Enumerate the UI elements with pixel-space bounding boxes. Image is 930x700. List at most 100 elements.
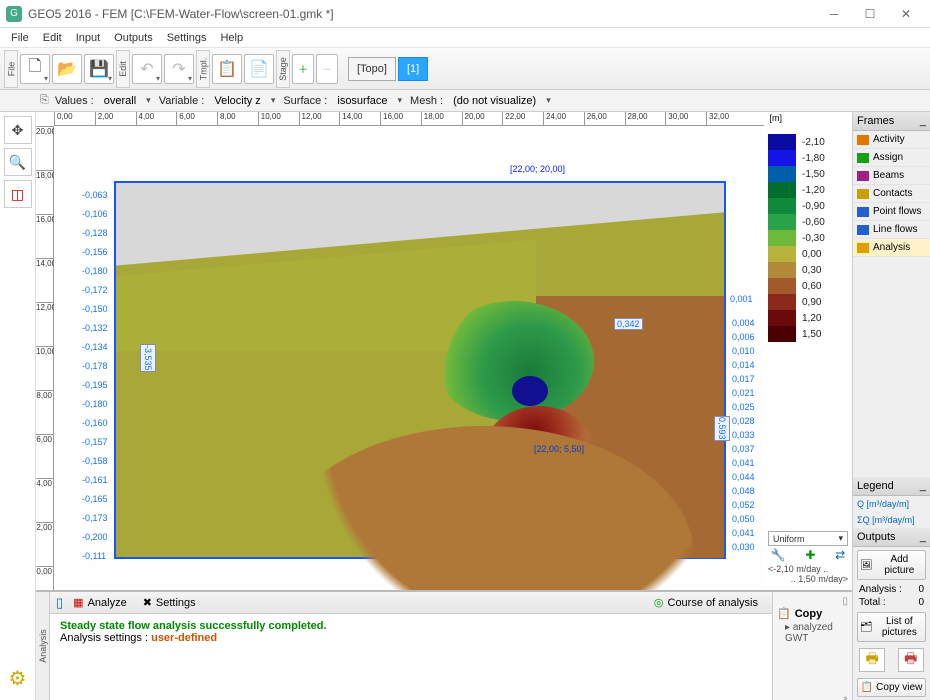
- frame-item-analysis[interactable]: Analysis: [853, 239, 930, 257]
- annot-mid-coord: [22,00; 5,50]: [534, 444, 584, 454]
- ruler-y-tick: 20,00: [36, 126, 54, 136]
- gradient-row: -0,30: [768, 230, 848, 246]
- add-picture-button[interactable]: 🖼 Add picture: [857, 550, 926, 580]
- region-green-plume: [434, 301, 594, 421]
- range-high: .. 1,50 m/day>: [791, 574, 848, 584]
- ruler-x-tick: 20,00: [462, 112, 485, 126]
- ruler-y-tick: 8,00: [36, 390, 54, 400]
- menu-edit[interactable]: Edit: [36, 30, 69, 46]
- menu-outputs[interactable]: Outputs: [107, 30, 160, 46]
- toolbar-tab-stage[interactable]: Stage: [276, 50, 290, 88]
- ruler-y-tick: 2,00: [36, 522, 54, 532]
- left-edge-value: -0,156: [82, 247, 108, 266]
- menu-input[interactable]: Input: [69, 30, 107, 46]
- right-edge-value: 0,041: [732, 458, 755, 472]
- left-edge-value: -0,161: [82, 475, 108, 494]
- surface-label: Surface :: [283, 95, 327, 107]
- tool-arrows-icon[interactable]: ⇄: [835, 548, 845, 562]
- values-dropdown[interactable]: overall: [100, 95, 140, 107]
- ruler-y-tick: 14,00: [36, 258, 54, 268]
- move-tool[interactable]: ✥: [4, 116, 32, 144]
- gradient-row: 0,90: [768, 294, 848, 310]
- frame-item-beams[interactable]: Beams: [853, 167, 930, 185]
- frame-item-line-flows[interactable]: Line flows: [853, 221, 930, 239]
- geoclipboard-panel: ▯ 📋 Copy ▸ analyzed GWT GeoClipboard™: [772, 592, 852, 700]
- remove-stage-button[interactable]: －: [316, 54, 338, 84]
- menu-file[interactable]: File: [4, 30, 36, 46]
- frame-item-point-flows[interactable]: Point flows: [853, 203, 930, 221]
- paste-button[interactable]: 📄: [244, 54, 274, 84]
- outputs-header[interactable]: Outputs_: [853, 528, 930, 547]
- list-of-pictures-button[interactable]: 🗂 List of pictures: [857, 612, 926, 642]
- clipboard-copy-button[interactable]: 📋 Copy: [777, 607, 848, 620]
- open-file-button[interactable]: 📂: [52, 54, 82, 84]
- right-edge-value: 0,004: [732, 318, 755, 332]
- ruler-x-tick: 0,00: [54, 112, 73, 126]
- course-of-analysis-button[interactable]: ◎Course of analysis: [646, 593, 766, 613]
- outputs-total-value: 0: [918, 597, 924, 608]
- close-button[interactable]: ✕: [888, 2, 924, 26]
- right-edge-value: 0,044: [732, 472, 755, 486]
- ruler-x-tick: 12,00: [299, 112, 322, 126]
- title-bar: G GEO5 2016 - FEM [C:\FEM-Water-Flow\scr…: [0, 0, 930, 28]
- stage-topo[interactable]: [Topo]: [348, 57, 396, 81]
- save-button[interactable]: 💾▾: [84, 54, 114, 84]
- minimize-button[interactable]: ─: [816, 2, 852, 26]
- toolbar-tab-file[interactable]: File: [4, 50, 18, 88]
- toolbar-tab-tmpl[interactable]: Tmpl.: [196, 50, 210, 88]
- analyze-button[interactable]: ▦Analyze: [65, 593, 135, 613]
- print-button-2[interactable]: 🖶: [898, 648, 924, 672]
- copy-button[interactable]: 📋: [212, 54, 242, 84]
- ruler-vertical: 20,0018,0016,0014,0012,0010,008,006,004,…: [36, 126, 54, 590]
- left-edge-value: -0,063: [82, 190, 108, 209]
- copy-view-button[interactable]: 📋 Copy view: [857, 678, 926, 697]
- redo-button[interactable]: ↷▾: [164, 54, 194, 84]
- frame-item-assign[interactable]: Assign: [853, 149, 930, 167]
- uniform-dropdown[interactable]: Uniform▾: [768, 531, 848, 546]
- annot-box-right: 0,593: [714, 416, 730, 441]
- clipboard-item[interactable]: ▸ analyzed GWT: [777, 620, 848, 646]
- menu-help[interactable]: Help: [213, 30, 250, 46]
- main-toolbar: File 🗋▾ 📂 💾▾ Edit ↶▾ ↷▾ Tmpl. 📋 📄 Stage …: [0, 48, 930, 90]
- surface-dropdown[interactable]: isosurface: [333, 95, 391, 107]
- ruler-y-tick: 16,00: [36, 214, 54, 224]
- right-edge-value: 0,037: [732, 444, 755, 458]
- new-file-button[interactable]: 🗋▾: [20, 54, 50, 84]
- print-button-1[interactable]: 🖶: [859, 648, 885, 672]
- top-border: [114, 181, 726, 183]
- values-label: Values :: [55, 95, 94, 107]
- toolbar-tab-edit[interactable]: Edit: [116, 50, 130, 88]
- tool-wrench-icon[interactable]: 🔧: [771, 548, 786, 562]
- right-panel: Frames_ ActivityAssignBeamsContactsPoint…: [852, 112, 930, 700]
- ruler-x-tick: 18,00: [421, 112, 444, 126]
- undo-button[interactable]: ↶▾: [132, 54, 162, 84]
- gradient-row: 0,00: [768, 246, 848, 262]
- analysis-settings-button[interactable]: ✖Settings: [135, 593, 204, 613]
- right-edge-value: 0,021: [732, 388, 755, 402]
- right-edge-value: 0,014: [732, 360, 755, 374]
- viewport[interactable]: 0,002,004,006,008,0010,0012,0014,0016,00…: [36, 112, 852, 590]
- left-edge-value: -0,180: [82, 266, 108, 285]
- tool-plus-icon[interactable]: ✚: [805, 548, 815, 562]
- ruler-y-tick: 18,00: [36, 170, 54, 180]
- gradient-row: -1,50: [768, 166, 848, 182]
- legend-header[interactable]: Legend_: [853, 477, 930, 496]
- right-edge-value: 0,010: [732, 346, 755, 360]
- analysis-settings-value: user-defined: [151, 632, 217, 644]
- add-stage-button[interactable]: ＋: [292, 54, 314, 84]
- frame-item-contacts[interactable]: Contacts: [853, 185, 930, 203]
- zoom-tool[interactable]: 🔍: [4, 148, 32, 176]
- region-tool[interactable]: ◫: [4, 180, 32, 208]
- left-edge-value: -0,200: [82, 532, 108, 551]
- mesh-dropdown[interactable]: (do not visualize): [449, 95, 540, 107]
- settings-gear-button[interactable]: ⚙: [4, 664, 32, 692]
- maximize-button[interactable]: ☐: [852, 2, 888, 26]
- menu-settings[interactable]: Settings: [160, 30, 214, 46]
- stage-1[interactable]: [1]: [398, 57, 428, 81]
- plot-area[interactable]: [22,00; 20,00] -3,535 0,342 0,593 [22,00…: [54, 126, 764, 590]
- bottom-tab-analysis[interactable]: Analysis: [36, 592, 50, 700]
- frame-item-activity[interactable]: Activity: [853, 131, 930, 149]
- variable-dropdown[interactable]: Velocity z: [210, 95, 264, 107]
- frames-header[interactable]: Frames_: [853, 112, 930, 131]
- annot-box-mid: 0,342: [614, 318, 643, 330]
